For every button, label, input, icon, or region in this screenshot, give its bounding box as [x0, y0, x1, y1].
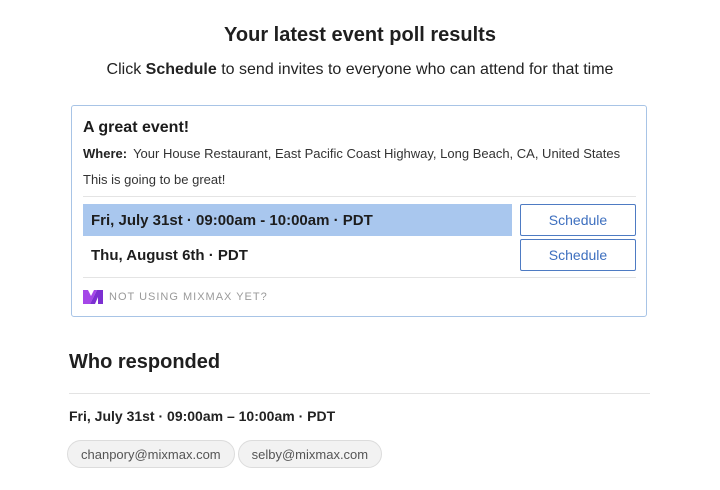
event-card: A great event! Where: Your House Restaura…	[71, 105, 647, 317]
signup-link[interactable]: NOT USING MIXMAX YET?	[109, 291, 268, 303]
respondent-list: chanpory@mixmax.com selby@mixmax.com	[67, 440, 383, 468]
schedule-button-2[interactable]: Schedule	[520, 239, 636, 271]
schedule-button-1[interactable]: Schedule	[520, 204, 636, 236]
subtitle-suffix: to send invites to everyone who can atte…	[216, 61, 614, 78]
event-title: A great event!	[83, 119, 190, 136]
response-slot-label: Fri, July 31st · 09:00am – 10:00am · PDT	[69, 408, 336, 424]
event-location: Where: Your House Restaurant, East Pacifi…	[83, 146, 620, 161]
page-subtitle: Click Schedule to send invites to everyo…	[0, 61, 720, 79]
where-label: Where:	[83, 146, 128, 161]
page-title: Your latest event poll results	[224, 24, 496, 46]
respondent-chip: selby@mixmax.com	[237, 440, 383, 468]
where-value: Your House Restaurant, East Pacific Coas…	[133, 146, 621, 161]
responses-divider	[69, 393, 650, 394]
subtitle-emphasis: Schedule	[145, 61, 217, 78]
card-divider	[83, 196, 636, 197]
card-footer[interactable]: NOT USING MIXMAX YET?	[83, 290, 268, 304]
time-option-2: Thu, August 6th · PDT	[91, 246, 248, 264]
respondent-chip: chanpory@mixmax.com	[67, 440, 235, 468]
mixmax-logo-icon	[83, 290, 103, 304]
subtitle-prefix: Click	[106, 61, 146, 78]
responses-heading: Who responded	[69, 351, 221, 373]
event-description: This is going to be great!	[83, 172, 226, 187]
card-divider	[83, 277, 636, 278]
time-option-1: Fri, July 31st · 09:00am - 10:00am · PDT	[83, 204, 512, 236]
